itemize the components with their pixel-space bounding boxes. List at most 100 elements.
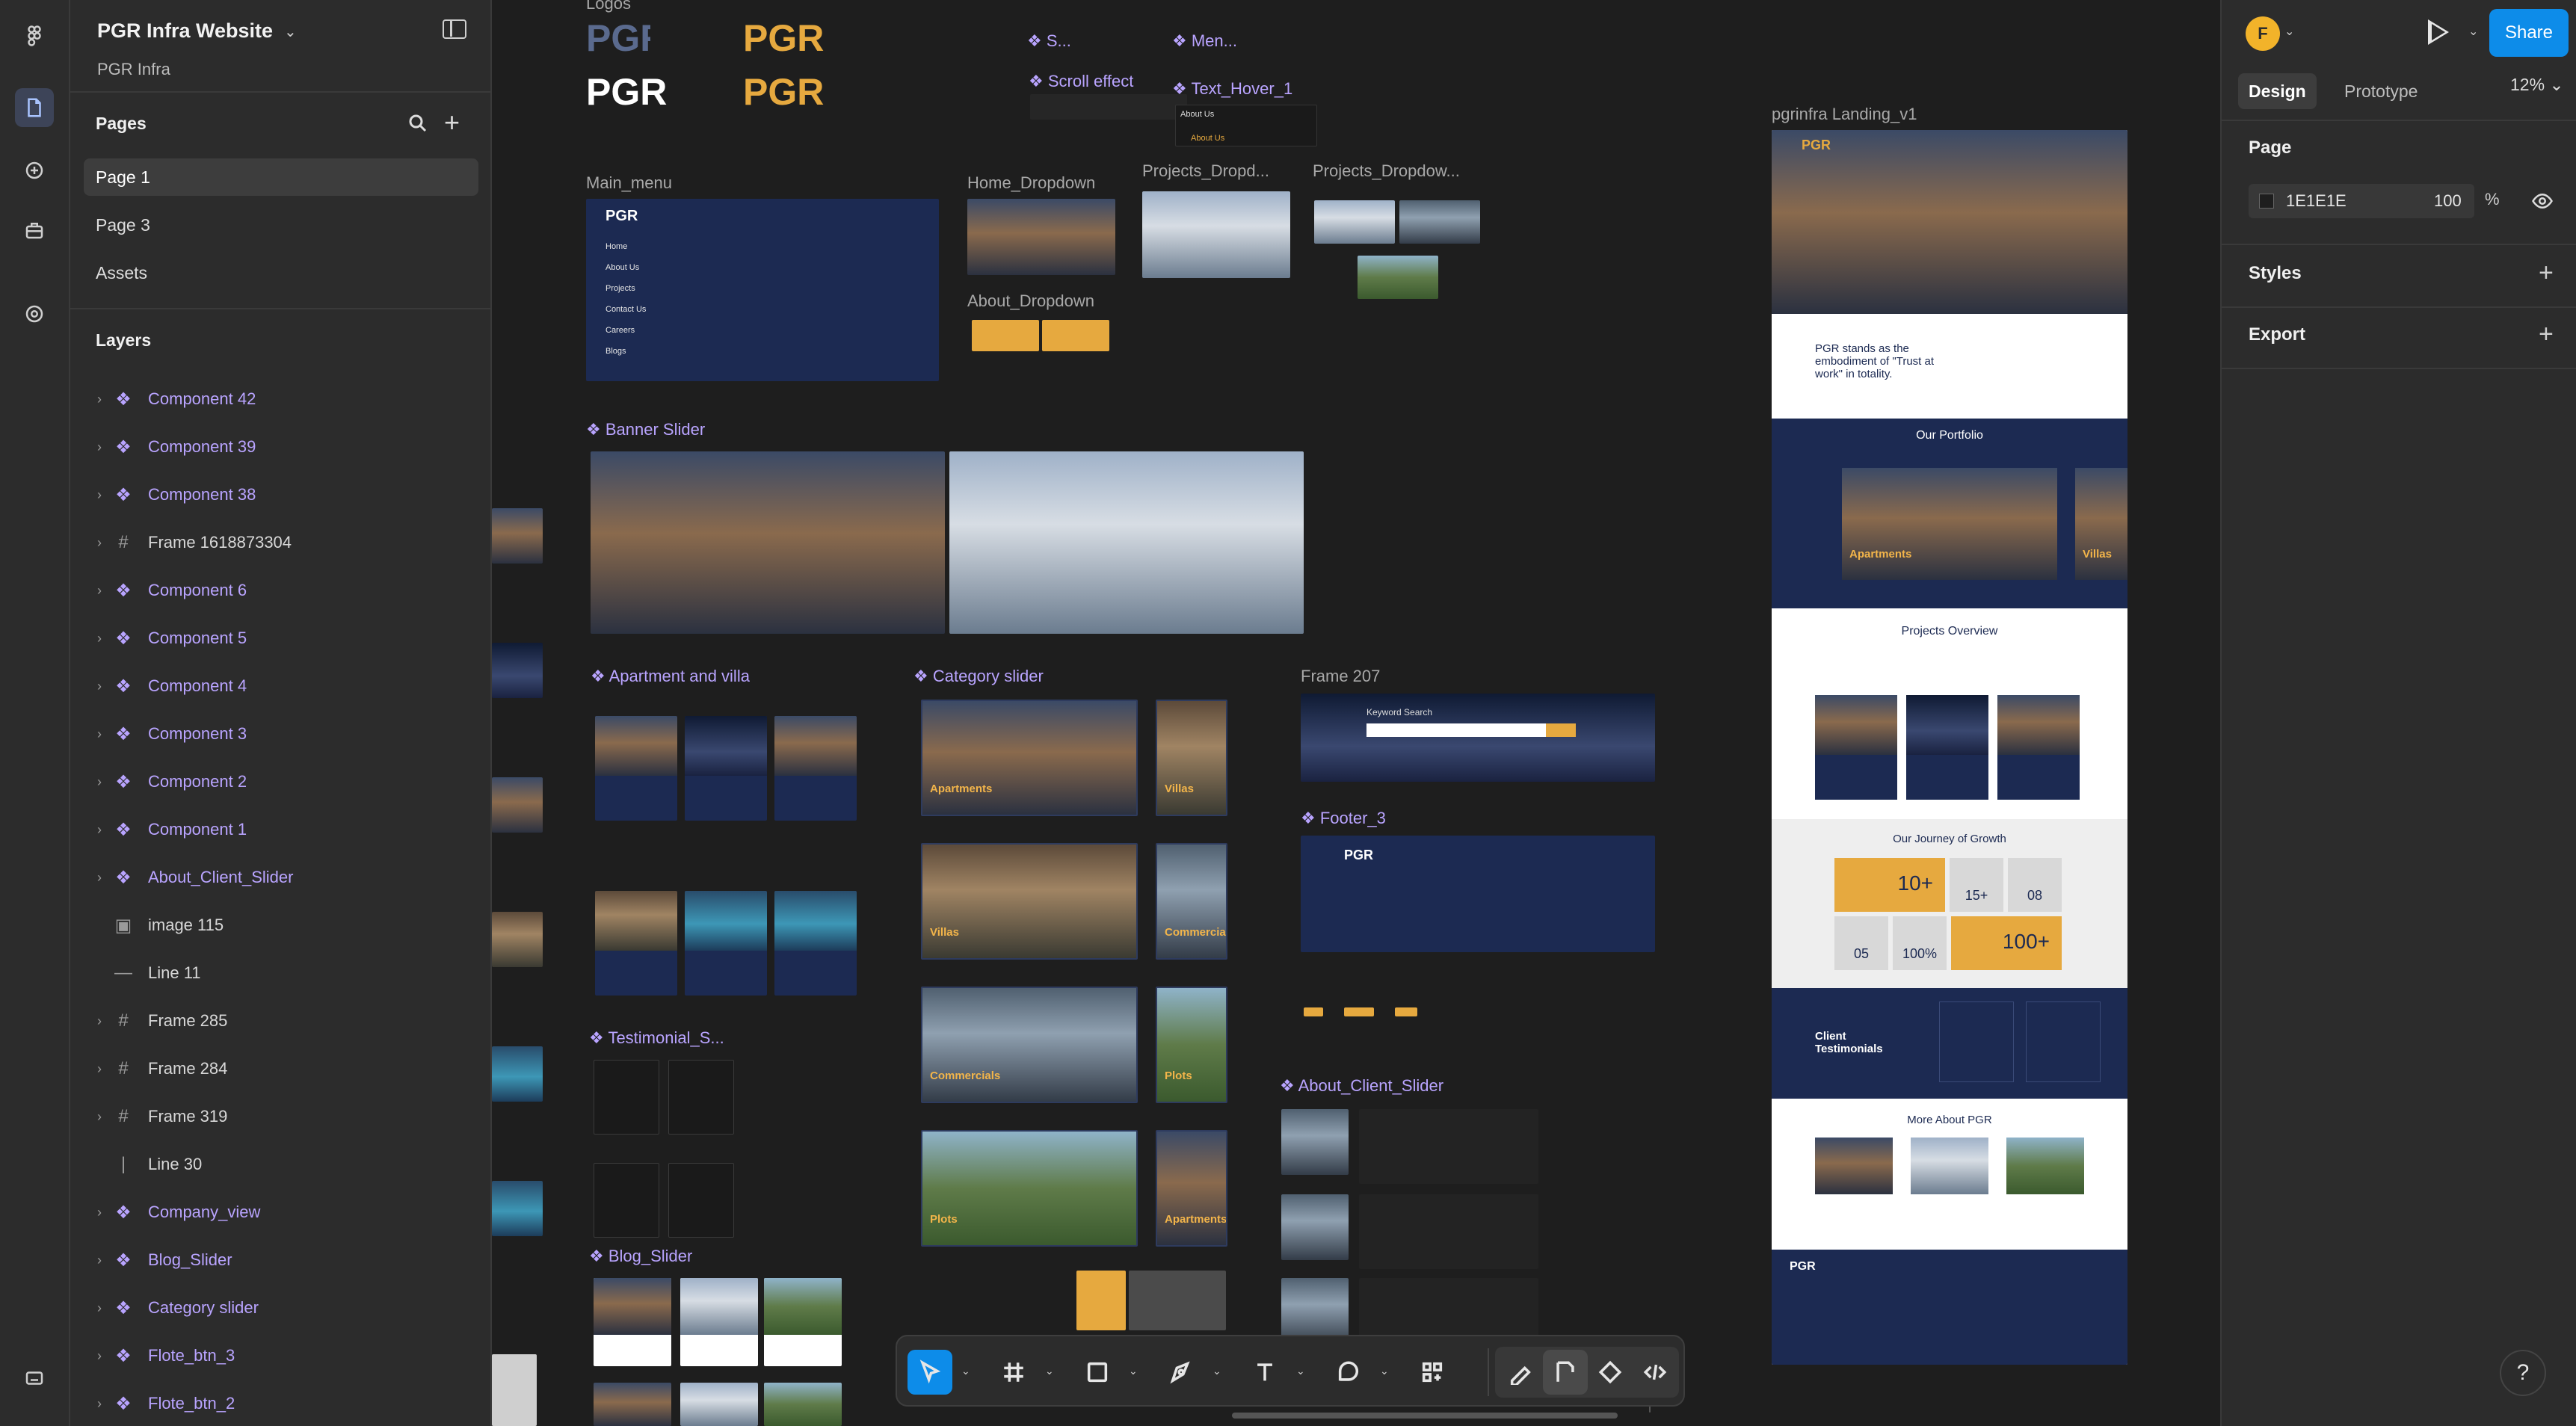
visibility-eye-icon[interactable] xyxy=(2531,190,2554,212)
expand-chevron-icon[interactable]: › xyxy=(97,679,102,694)
layer-item[interactable]: › ❖ Component 39 xyxy=(70,423,492,471)
add-page-icon[interactable]: + xyxy=(444,109,460,136)
frame-label-s[interactable]: ❖ S... xyxy=(1027,31,1071,51)
expand-chevron-icon[interactable]: › xyxy=(97,774,102,790)
layer-item[interactable]: › ❖ Blog_Slider xyxy=(70,1236,492,1284)
menu-item[interactable]: About Us xyxy=(606,263,639,272)
frame-label-frame-207[interactable]: Frame 207 xyxy=(1301,667,1380,686)
frame-label-about-client-slider[interactable]: ❖ About_Client_Slider xyxy=(1280,1076,1443,1096)
move-tool-icon[interactable] xyxy=(908,1350,952,1395)
category-card[interactable]: Plots xyxy=(1156,987,1227,1103)
team-name[interactable]: PGR Infra xyxy=(97,60,170,79)
layer-item[interactable]: › # Frame 1618873304 xyxy=(70,519,492,567)
layer-item[interactable]: › ❖ Company_view xyxy=(70,1188,492,1236)
expand-chevron-icon[interactable]: › xyxy=(97,439,102,455)
draw-tool-icon[interactable] xyxy=(1498,1350,1543,1395)
blog-card[interactable] xyxy=(680,1278,758,1366)
zoom-level[interactable]: 12% ⌄ xyxy=(2510,75,2564,95)
search-pages-icon[interactable] xyxy=(407,112,429,135)
code-mode-icon[interactable] xyxy=(1633,1350,1677,1395)
search-button[interactable] xyxy=(1546,723,1576,737)
offscreen-frame[interactable] xyxy=(492,643,543,698)
text-tool-icon[interactable] xyxy=(1242,1350,1287,1395)
chevron-down-icon[interactable]: ⌄ xyxy=(1129,1365,1138,1377)
layer-item[interactable]: › ❖ Component 5 xyxy=(70,614,492,662)
page-item-assets[interactable]: Assets xyxy=(84,254,478,291)
page-color-field[interactable]: 1E1E1E 100 xyxy=(2249,184,2474,218)
frame-label-projects-dropdown-1[interactable]: Projects_Dropd... xyxy=(1142,161,1269,181)
expand-chevron-icon[interactable]: › xyxy=(97,726,102,742)
logo-pgr[interactable]: PGR xyxy=(586,16,650,66)
layer-item[interactable]: › ❖ About_Client_Slider xyxy=(70,854,492,901)
frame-label-banner-slider[interactable]: ❖ Banner Slider xyxy=(586,420,705,439)
expand-chevron-icon[interactable]: › xyxy=(97,1205,102,1220)
design-mode-icon[interactable] xyxy=(1543,1350,1588,1395)
project-card[interactable] xyxy=(685,891,767,996)
layer-item[interactable]: › ❖ Component 2 xyxy=(70,758,492,806)
expand-chevron-icon[interactable]: › xyxy=(97,1396,102,1412)
frame-label-blog-slider[interactable]: ❖ Blog_Slider xyxy=(589,1247,692,1266)
logo-pgr-gold[interactable]: PGR xyxy=(743,16,870,66)
layer-item[interactable]: › ❖ Flote_btn_3 xyxy=(70,1332,492,1380)
offscreen-frame[interactable] xyxy=(492,1046,543,1102)
offscreen-frame[interactable] xyxy=(492,1354,537,1426)
offscreen-frame[interactable] xyxy=(492,508,543,564)
projects-dropdown-card[interactable] xyxy=(1358,256,1438,299)
frame-label-apartment-villa[interactable]: ❖ Apartment and villa xyxy=(591,667,750,686)
logo-pgr-white[interactable]: PGR xyxy=(586,70,713,120)
expand-chevron-icon[interactable]: › xyxy=(97,1253,102,1268)
category-card[interactable]: Apartments xyxy=(1156,1130,1227,1247)
about-dropdown-item[interactable] xyxy=(972,320,1039,351)
share-button[interactable]: Share xyxy=(2489,9,2569,57)
color-swatch[interactable] xyxy=(2259,194,2274,209)
main-menu-frame[interactable]: PGR Home About Us Projects Contact Us Career… xyxy=(586,199,939,381)
expand-chevron-icon[interactable]: › xyxy=(97,1348,102,1364)
category-card[interactable]: Apartments xyxy=(921,700,1138,816)
expand-chevron-icon[interactable]: › xyxy=(97,583,102,599)
blog-card[interactable] xyxy=(680,1383,758,1426)
expand-chevron-icon[interactable]: › xyxy=(97,392,102,407)
layer-item[interactable]: — Line 11 xyxy=(70,949,492,997)
actions-tool-icon[interactable] xyxy=(1410,1350,1455,1395)
layer-item[interactable]: | Line 30 xyxy=(70,1141,492,1188)
expand-chevron-icon[interactable]: › xyxy=(97,631,102,646)
blog-card[interactable] xyxy=(764,1383,842,1426)
scroll-effect-frame[interactable] xyxy=(1030,94,1187,120)
company-view-card[interactable] xyxy=(1076,1271,1126,1330)
category-card[interactable]: Villas xyxy=(921,843,1138,960)
layer-item[interactable]: ▣ image 115 xyxy=(70,901,492,949)
projects-dropdown-card[interactable] xyxy=(1314,200,1395,244)
dev-mode-icon[interactable] xyxy=(15,294,54,333)
frame-label-landing[interactable]: pgrinfra Landing_v1 xyxy=(1772,105,1917,124)
frame-tool-icon[interactable] xyxy=(991,1350,1036,1395)
frame-label-scroll-effect[interactable]: ❖ Scroll effect xyxy=(1029,72,1133,91)
frame-label-about-dropdown[interactable]: About_Dropdown xyxy=(967,291,1094,311)
expand-chevron-icon[interactable]: › xyxy=(97,1300,102,1316)
layer-item[interactable]: › ❖ Component 3 xyxy=(70,710,492,758)
category-card[interactable]: Plots xyxy=(921,1130,1138,1247)
assets-icon[interactable] xyxy=(15,151,54,190)
expand-chevron-icon[interactable]: › xyxy=(97,487,102,503)
chevron-down-icon[interactable]: ⌄ xyxy=(1212,1365,1221,1377)
projects-dropdown-frame[interactable] xyxy=(1142,191,1290,278)
logo-pgr-gold-2[interactable]: PGR xyxy=(743,70,870,120)
chevron-down-icon[interactable]: ⌄ xyxy=(2284,24,2294,39)
layer-item[interactable]: › ❖ Component 6 xyxy=(70,567,492,614)
frame-label-footer[interactable]: ❖ Footer_3 xyxy=(1301,809,1386,828)
project-card[interactable] xyxy=(685,716,767,821)
chevron-down-icon[interactable]: ⌄ xyxy=(1380,1365,1389,1377)
project-card[interactable] xyxy=(774,716,857,821)
layer-item[interactable]: › # Frame 319 xyxy=(70,1093,492,1141)
layer-item[interactable]: › ❖ Component 4 xyxy=(70,662,492,710)
project-card[interactable] xyxy=(595,716,677,821)
frame-label-main-menu[interactable]: Main_menu xyxy=(586,173,672,193)
layer-item[interactable]: › ❖ Category slider xyxy=(70,1284,492,1332)
chevron-down-icon[interactable]: ⌄ xyxy=(1296,1365,1305,1377)
figma-menu-icon[interactable] xyxy=(15,16,54,55)
expand-chevron-icon[interactable]: › xyxy=(97,870,102,886)
file-menu-chevron-down-icon[interactable]: ⌄ xyxy=(284,22,297,41)
tab-prototype[interactable]: Prototype xyxy=(2334,73,2428,109)
page-color-hex[interactable]: 1E1E1E xyxy=(2286,191,2347,211)
search-input[interactable] xyxy=(1366,723,1546,737)
chevron-down-icon[interactable]: ⌄ xyxy=(961,1365,970,1377)
